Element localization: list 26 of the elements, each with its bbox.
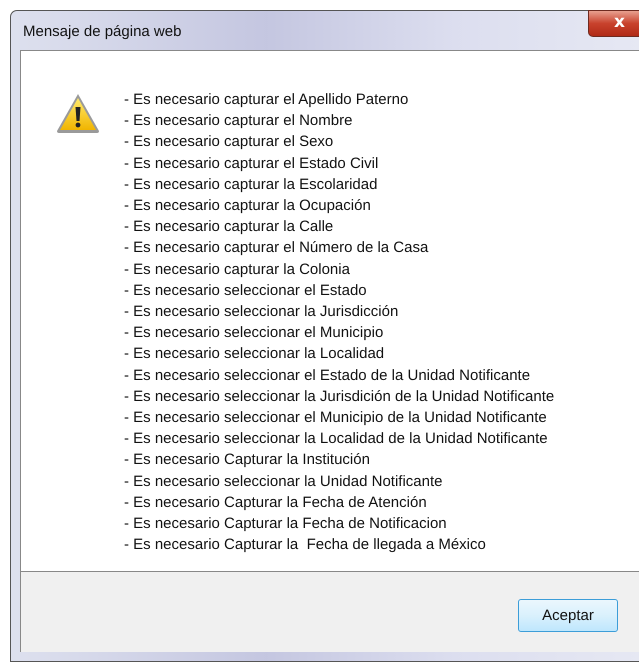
message-line: - Es necesario capturar el Apellido Paterno <box>124 90 410 110</box>
message-line: - Es necesario seleccionar la Jurisdicción <box>124 302 400 322</box>
message-line: - Es necesario seleccionar la Localidad de la Unidad Notificante <box>124 429 549 450</box>
message-line: - Es necesario capturar el Sexo <box>124 132 334 152</box>
message-line: - Es necesario seleccionar el Municipio de la Unidad Notificante <box>124 408 548 428</box>
message-line: - Es necesario seleccionar el Estado <box>124 280 368 301</box>
warning-icon <box>55 92 101 134</box>
message-line: - Es necesario Capturar la Fecha de llegada a México <box>124 535 487 556</box>
message-line: - Es necesario Capturar la Fecha de Atención <box>124 492 428 513</box>
message-line: - Es necesario capturar el Nombre <box>124 111 354 132</box>
accept-button[interactable]: Aceptar <box>518 598 618 632</box>
message-line: - Es necesario capturar la Colonia <box>124 260 351 280</box>
message-line: - Es necesario seleccionar el Municipio <box>124 323 384 344</box>
close-button[interactable]: x <box>588 10 639 37</box>
message-line: - Es necesario seleccionar el Estado de la Unidad Notificante <box>124 366 532 386</box>
message-line: - Es necesario Capturar la Institución <box>124 450 371 470</box>
message-line: - Es necesario capturar el Estado Civil <box>124 154 380 174</box>
message-line: - Es necesario capturar el Número de la Casa <box>124 238 430 258</box>
window-title: Mensaje de página web <box>23 23 182 40</box>
message-line: - Es necesario seleccionar la Unidad Notificante <box>124 472 444 492</box>
message-line: - Es necesario seleccionar la Localidad <box>124 344 386 364</box>
message-line: - Es necesario capturar la Calle <box>124 217 334 238</box>
message-line: - Es necesario Capturar la Fecha de Notificacion <box>124 514 448 534</box>
message-line: - Es necesario capturar la Ocupación <box>124 196 372 216</box>
message-line: - Es necesario capturar la Escolaridad <box>124 174 378 195</box>
message-line: - Es necesario seleccionar la Jurisdición de la Unidad Notificante <box>124 386 554 407</box>
